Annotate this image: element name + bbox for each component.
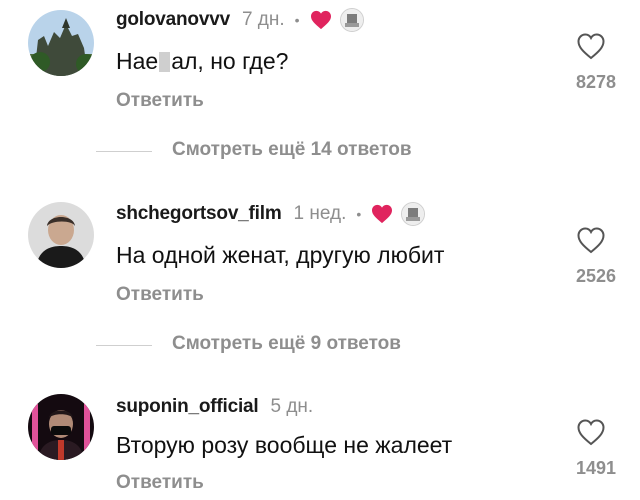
separator-dot: • bbox=[294, 12, 300, 28]
username[interactable]: golovanovvv bbox=[116, 9, 230, 31]
timestamp: 1 нед. bbox=[293, 203, 347, 224]
divider-line bbox=[96, 151, 152, 152]
comment-text: Вторую розу вообще не жалеет bbox=[116, 432, 453, 458]
divider-line bbox=[96, 345, 152, 346]
creator-heart-icon bbox=[310, 10, 331, 30]
comment-meta: shchegortsov_film 1 нед. • bbox=[116, 202, 426, 226]
creator-avatar-icon bbox=[401, 202, 426, 226]
avatar[interactable] bbox=[28, 394, 94, 460]
like-count: 2526 bbox=[575, 266, 616, 286]
like-heart-icon[interactable] bbox=[576, 418, 606, 446]
timestamp: 5 дн. bbox=[270, 396, 314, 417]
view-more-replies-label[interactable]: Смотреть ещё 9 ответов bbox=[172, 333, 401, 355]
view-more-replies[interactable]: Смотреть ещё 14 ответов bbox=[0, 139, 640, 165]
like-count: 8278 bbox=[575, 72, 616, 92]
username[interactable]: suponin_official bbox=[116, 396, 259, 418]
avatar[interactable] bbox=[28, 10, 94, 76]
reply-button[interactable]: Ответить bbox=[116, 90, 204, 112]
censor-block bbox=[159, 52, 171, 72]
view-more-replies-label[interactable]: Смотреть ещё 14 ответов bbox=[172, 139, 412, 161]
timestamp: 7 дн. bbox=[241, 9, 285, 30]
comment-text: Нае ал, но где? bbox=[116, 48, 289, 74]
like-heart-icon[interactable] bbox=[576, 226, 606, 254]
creator-heart-icon bbox=[372, 204, 393, 224]
reply-button[interactable]: Ответить bbox=[116, 472, 204, 494]
username[interactable]: shchegortsov_film bbox=[116, 203, 282, 225]
view-more-replies[interactable]: Смотреть ещё 9 ответов bbox=[0, 333, 640, 359]
separator-dot: • bbox=[356, 206, 362, 222]
comment-meta: golovanovvv 7 дн. • bbox=[116, 8, 364, 32]
creator-avatar-icon bbox=[339, 8, 364, 32]
reply-button[interactable]: Ответить bbox=[116, 284, 204, 306]
comment-meta: suponin_official 5 дн. bbox=[116, 396, 313, 418]
like-count: 1491 bbox=[575, 458, 616, 478]
like-heart-icon[interactable] bbox=[576, 32, 606, 60]
comment-text: На одной женат, другую любит bbox=[116, 242, 445, 268]
avatar[interactable] bbox=[28, 202, 94, 268]
